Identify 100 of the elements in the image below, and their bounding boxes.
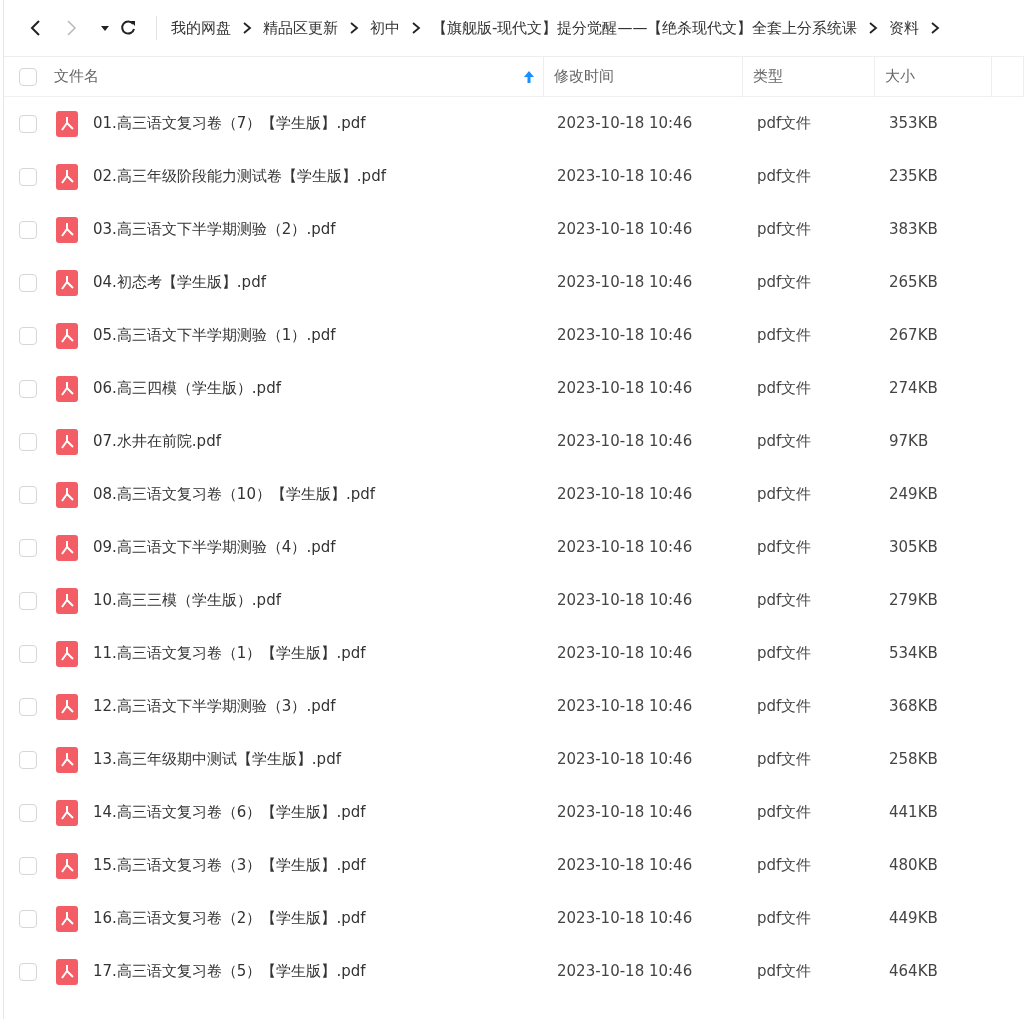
checkbox[interactable] xyxy=(19,167,37,186)
file-type: pdf文件 xyxy=(757,379,812,398)
file-name[interactable]: 12.高三语文下半学期测验（3）.pdf xyxy=(93,695,336,718)
pdf-file-icon xyxy=(56,322,78,349)
file-type: pdf文件 xyxy=(757,538,812,557)
file-name[interactable]: 14.高三语文复习卷（6）【学生版】.pdf xyxy=(93,801,366,824)
file-name[interactable]: 13.高三年级期中测试【学生版】.pdf xyxy=(93,748,341,771)
file-name[interactable]: 17.高三语文复习卷（5）【学生版】.pdf xyxy=(93,960,366,983)
modified-time: 2023-10-18 10:46 xyxy=(557,379,693,398)
pdf-file-icon xyxy=(56,481,78,508)
file-type: pdf文件 xyxy=(757,750,812,769)
pdf-file-icon xyxy=(56,746,78,773)
caret-down-icon xyxy=(101,25,109,31)
column-label: 修改时间 xyxy=(554,66,615,88)
file-name[interactable]: 16.高三语文复习卷（2）【学生版】.pdf xyxy=(93,907,366,930)
file-name[interactable]: 01.高三语文复习卷（7）【学生版】.pdf xyxy=(93,112,366,135)
file-size: 235KB xyxy=(889,167,938,186)
column-label: 文件名 xyxy=(53,66,99,88)
file-size: 441KB xyxy=(889,803,938,822)
file-type: pdf文件 xyxy=(757,697,812,716)
file-size: 368KB xyxy=(889,697,938,716)
file-size: 480KB xyxy=(889,856,938,875)
checkbox[interactable] xyxy=(19,644,37,663)
chevron-right-icon xyxy=(930,21,941,35)
file-size: 464KB xyxy=(889,962,938,981)
pdf-file-icon xyxy=(56,905,78,932)
pdf-file-icon xyxy=(56,269,78,296)
breadcrumb-link[interactable]: 【旗舰版-现代文】提分觉醒——【绝杀现代文】全套上分系统课 xyxy=(432,16,858,40)
pdf-file-icon xyxy=(56,958,78,985)
checkbox[interactable] xyxy=(19,379,37,398)
file-name[interactable]: 05.高三语文下半学期测验（1）.pdf xyxy=(93,324,336,347)
checkbox[interactable] xyxy=(19,962,37,981)
column-label: 类型 xyxy=(753,66,784,88)
checkbox[interactable] xyxy=(19,856,37,875)
checkbox[interactable] xyxy=(19,326,37,345)
file-size: 279KB xyxy=(889,591,938,610)
modified-time: 2023-10-18 10:46 xyxy=(557,750,693,769)
modified-time: 2023-10-18 10:46 xyxy=(557,538,693,557)
chevron-right-icon xyxy=(411,21,421,35)
checkbox[interactable] xyxy=(19,485,37,504)
file-name[interactable]: 09.高三语文下半学期测验（4）.pdf xyxy=(93,536,336,559)
file-type: pdf文件 xyxy=(757,167,812,186)
pdf-file-icon xyxy=(56,587,78,614)
modified-time: 2023-10-18 10:46 xyxy=(557,697,693,716)
checkbox[interactable] xyxy=(19,220,37,239)
file-name[interactable]: 15.高三语文复习卷（3）【学生版】.pdf xyxy=(93,854,366,877)
modified-time: 2023-10-18 10:46 xyxy=(557,485,693,504)
file-size: 97KB xyxy=(889,432,929,451)
pdf-file-icon xyxy=(56,640,78,667)
checkbox[interactable] xyxy=(19,803,37,822)
file-size: 353KB xyxy=(889,114,938,133)
breadcrumb-link[interactable]: 我的网盘 xyxy=(171,16,231,40)
modified-time: 2023-10-18 10:46 xyxy=(557,326,693,345)
file-name[interactable]: 03.高三语文下半学期测验（2）.pdf xyxy=(93,218,336,241)
file-name[interactable]: 04.初态考【学生版】.pdf xyxy=(93,271,266,294)
file-type: pdf文件 xyxy=(757,856,812,875)
file-name[interactable]: 08.高三语文复习卷（10）【学生版】.pdf xyxy=(93,483,376,506)
modified-time: 2023-10-18 10:46 xyxy=(557,909,693,928)
file-name[interactable]: 10.高三三模（学生版）.pdf xyxy=(93,589,281,612)
checkbox[interactable] xyxy=(19,909,37,928)
file-name[interactable]: 06.高三四模（学生版）.pdf xyxy=(93,377,281,400)
checkbox[interactable] xyxy=(19,432,37,451)
chevron-right-icon xyxy=(349,21,359,35)
pdf-file-icon xyxy=(56,852,78,879)
file-type: pdf文件 xyxy=(757,326,812,345)
checkbox[interactable] xyxy=(19,273,37,292)
checkbox[interactable] xyxy=(19,697,37,716)
file-type: pdf文件 xyxy=(757,962,812,981)
checkbox[interactable] xyxy=(19,538,37,557)
file-type: pdf文件 xyxy=(757,273,812,292)
pdf-file-icon xyxy=(56,216,78,243)
file-name[interactable]: 11.高三语文复习卷（1）【学生版】.pdf xyxy=(93,642,366,665)
file-name[interactable]: 02.高三年级阶段能力测试卷【学生版】.pdf xyxy=(93,165,386,188)
modified-time: 2023-10-18 10:46 xyxy=(557,803,693,822)
sort-arrow-icon[interactable] xyxy=(523,69,536,84)
file-type: pdf文件 xyxy=(757,114,812,133)
breadcrumb-link[interactable]: 精品区更新 xyxy=(263,16,338,40)
chevron-right-icon xyxy=(242,21,252,35)
file-type: pdf文件 xyxy=(757,485,812,504)
file-size: 449KB xyxy=(889,909,938,928)
chevron-left-icon xyxy=(30,20,40,36)
file-type: pdf文件 xyxy=(757,644,812,663)
file-size: 534KB xyxy=(889,644,938,663)
pdf-file-icon xyxy=(56,110,78,137)
file-size: 305KB xyxy=(889,538,938,557)
file-name[interactable]: 07.水井在前院.pdf xyxy=(93,430,221,453)
breadcrumb-link[interactable]: 资料 xyxy=(889,16,920,40)
file-type: pdf文件 xyxy=(757,803,812,822)
checkbox[interactable] xyxy=(19,114,37,133)
breadcrumb-link[interactable]: 初中 xyxy=(370,16,400,40)
file-type: pdf文件 xyxy=(757,432,812,451)
modified-time: 2023-10-18 10:46 xyxy=(557,962,693,981)
checkbox[interactable] xyxy=(19,591,37,610)
checkbox[interactable] xyxy=(19,750,37,769)
modified-time: 2023-10-18 10:46 xyxy=(557,220,693,239)
file-size: 249KB xyxy=(889,485,938,504)
checkbox[interactable] xyxy=(18,67,37,86)
pdf-file-icon xyxy=(56,799,78,826)
chevron-right-icon xyxy=(868,21,879,35)
modified-time: 2023-10-18 10:46 xyxy=(557,273,693,292)
